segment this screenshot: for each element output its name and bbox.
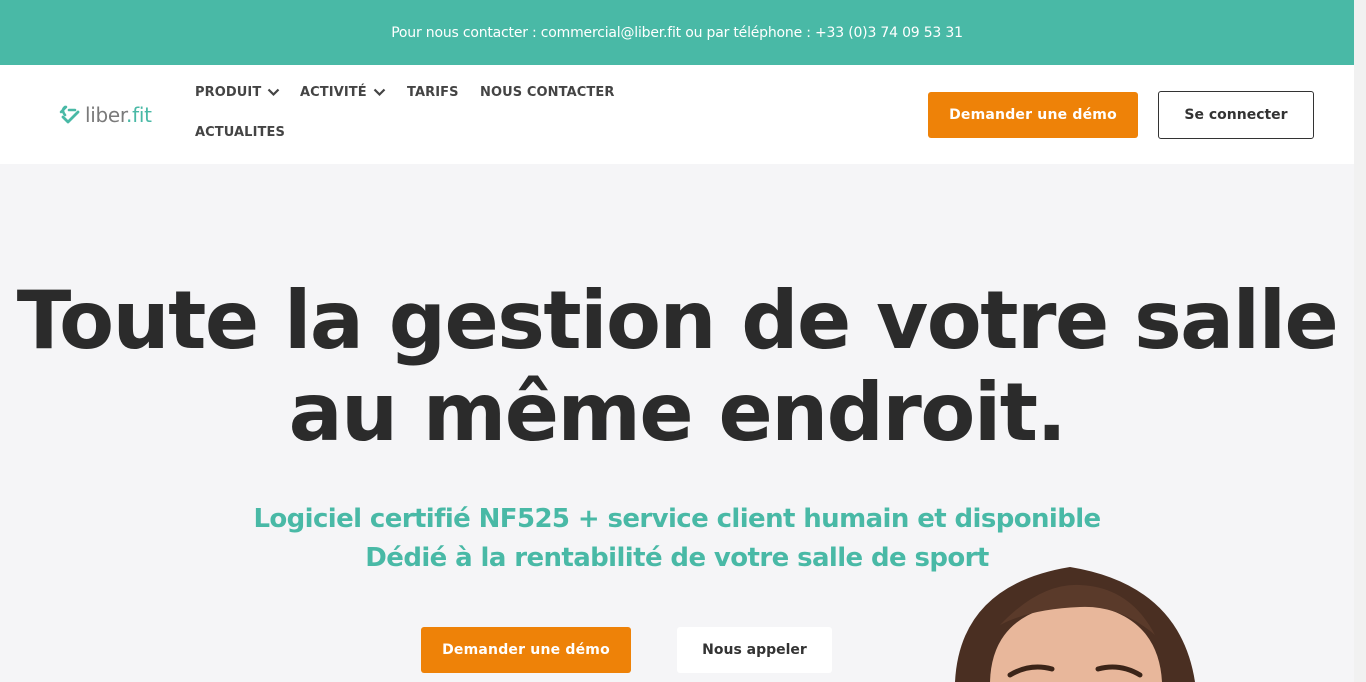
logo-icon — [59, 105, 80, 124]
logo[interactable]: liber.fit — [59, 103, 152, 127]
header-demo-button[interactable]: Demander une démo — [928, 92, 1138, 138]
hero-subtitle-line2: Dédié à la rentabilité de votre salle de… — [365, 543, 989, 573]
contact-text: Pour nous contacter : commercial@liber.f… — [391, 24, 963, 41]
hero-title-line1: Toute la gestion de votre salle — [16, 274, 1339, 367]
hero-demo-button[interactable]: Demander une démo — [421, 627, 631, 673]
nav-contact-label: NOUS CONTACTER — [480, 85, 615, 100]
nav-actualites[interactable]: ACTUALITES — [195, 125, 285, 140]
hero-title: Toute la gestion de votre salle au même … — [0, 275, 1354, 459]
nav-contact[interactable]: NOUS CONTACTER — [480, 85, 614, 100]
call-button[interactable]: Nous appeler — [677, 627, 832, 673]
nav-produit-label: PRODUIT — [195, 85, 262, 100]
contact-banner: Pour nous contacter : commercial@liber.f… — [0, 0, 1354, 65]
nav-produit[interactable]: PRODUIT — [195, 85, 280, 100]
chevron-down-icon — [268, 88, 280, 97]
chevron-down-icon — [373, 88, 386, 97]
nav-actualites-label: ACTUALITES — [195, 125, 285, 140]
logo-text: liber.fit — [85, 103, 152, 127]
nav-tarifs-label: TARIFS — [407, 85, 459, 100]
site-header — [0, 65, 1354, 164]
hero-title-line2: au même endroit. — [288, 366, 1067, 459]
nav-activite[interactable]: ACTIVITÉ — [300, 85, 386, 100]
hero-person-photo — [930, 565, 1210, 682]
login-button[interactable]: Se connecter — [1158, 91, 1314, 139]
nav-activite-label: ACTIVITÉ — [300, 85, 367, 100]
hero-subtitle-line1: Logiciel certifié NF525 + service client… — [253, 504, 1101, 534]
nav-tarifs[interactable]: TARIFS — [407, 85, 459, 100]
scrollbar[interactable] — [1354, 0, 1366, 682]
